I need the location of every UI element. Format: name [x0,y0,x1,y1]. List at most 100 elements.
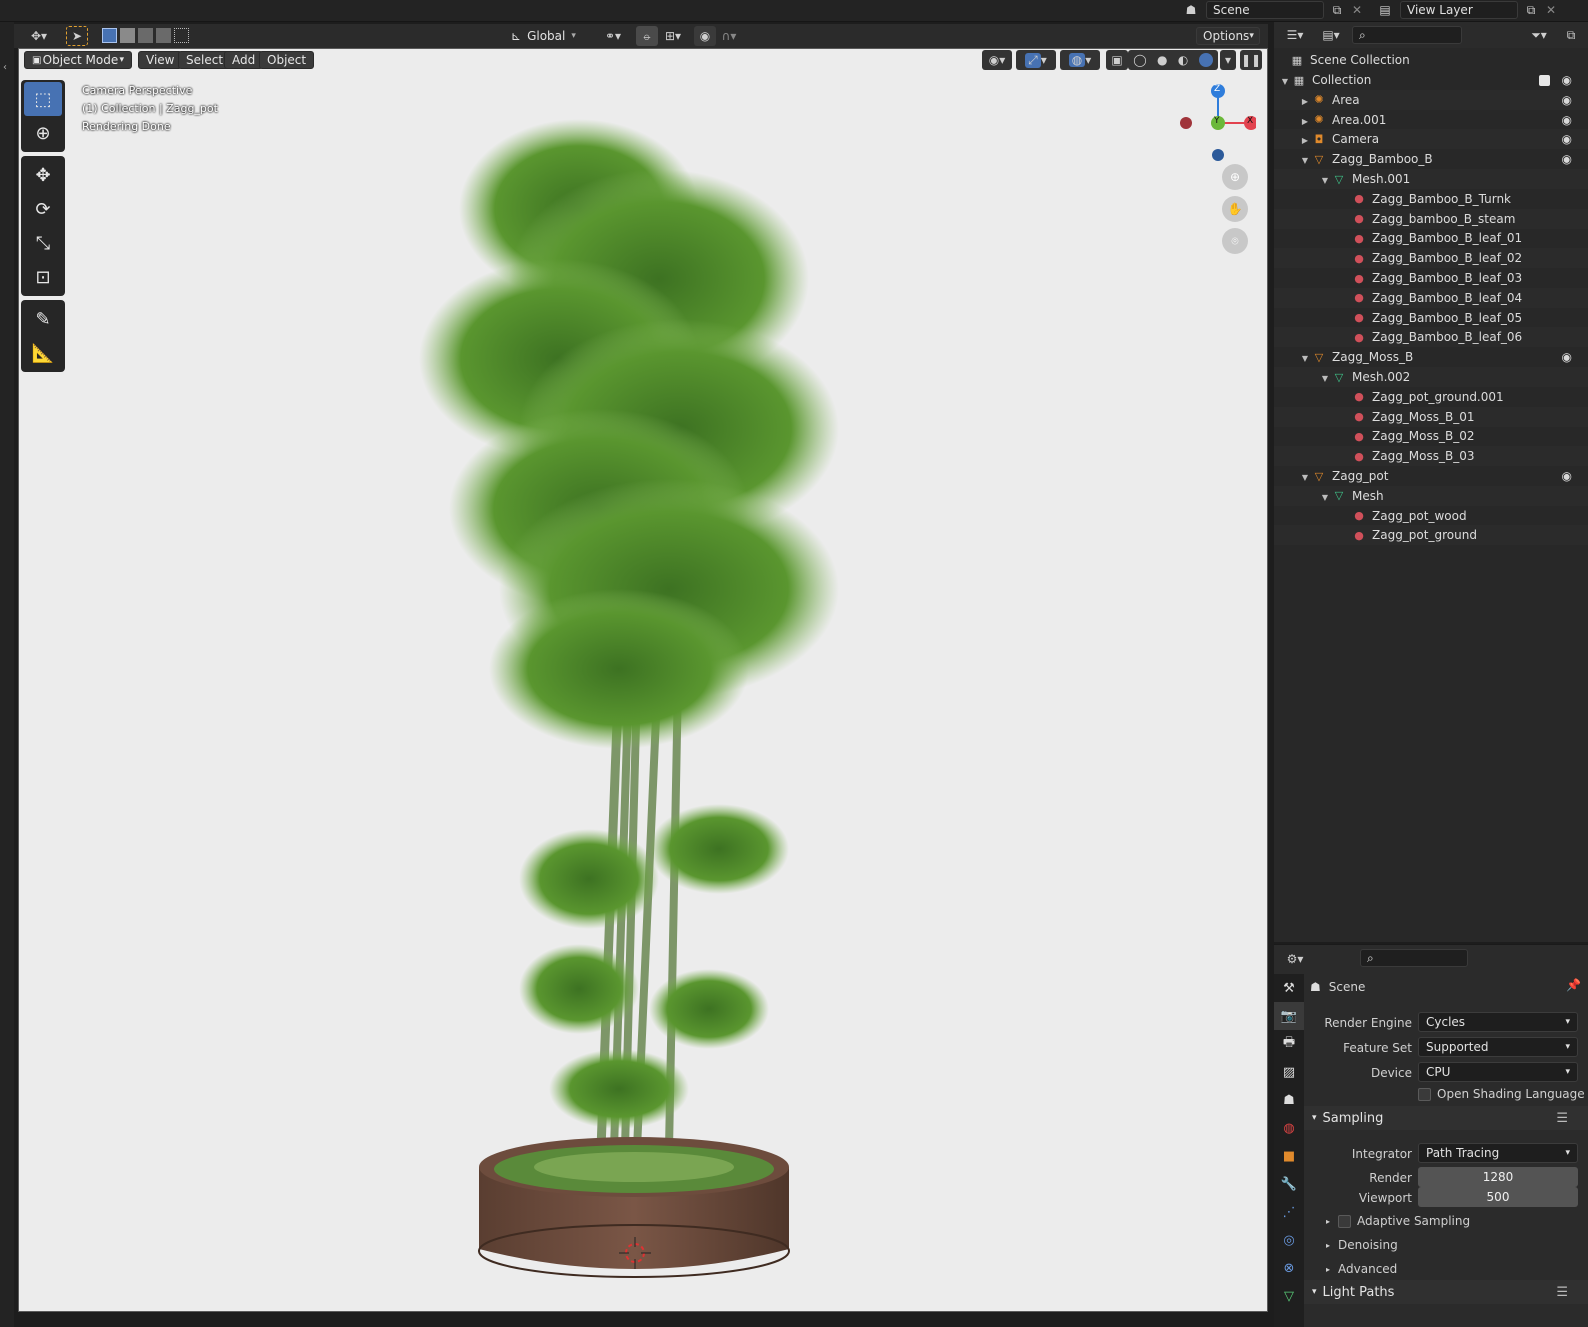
tool-tab-icon[interactable]: ⚒ [1274,974,1304,1002]
outliner-row[interactable]: ● Zagg_Bamboo_B_leaf_01 [1274,228,1588,248]
expand-arrow-icon[interactable]: ▶ [1302,97,1308,106]
view-layer-field[interactable]: View Layer [1400,1,1518,19]
integrator-dropdown[interactable]: Path Tracing ▾ [1418,1143,1578,1163]
collapse-arrow-icon[interactable]: ▼ [1322,493,1328,502]
render-samples-field[interactable]: 1280 [1418,1167,1578,1187]
outliner-row[interactable]: ● Zagg_Bamboo_B_Turnk [1274,189,1588,209]
properties-editor-type-icon[interactable]: ⚙▾ [1280,949,1310,969]
outliner-row[interactable]: ● Zagg_Moss_B_01 [1274,406,1588,427]
exclude-checkbox[interactable] [1539,74,1550,86]
scene-selector-icon[interactable]: ☗ [1180,0,1202,20]
adaptive-sampling-subpanel[interactable]: ▸ Adaptive Sampling [1326,1214,1470,1228]
eye-icon[interactable]: ◉ [1562,73,1572,87]
view-layer-tab-icon[interactable]: ▨ [1274,1058,1304,1086]
selection-mode-icons[interactable] [102,28,192,44]
measure-tool[interactable]: 📐 [24,336,62,370]
outliner-row[interactable]: ▶ ◘ Camera ◉ [1274,129,1588,150]
gizmo-toggle-icon[interactable]: ⤢ ▾ [1016,50,1056,70]
outliner-row[interactable]: ▼ ▽ Zagg_Bamboo_B ◉ [1274,149,1588,169]
expand-arrow-icon[interactable]: ▶ [1302,136,1308,145]
options-dropdown[interactable]: Options ▾ [1196,27,1260,45]
device-dropdown[interactable]: CPU ▾ [1418,1062,1578,1082]
annotate-tool[interactable]: ✎ [24,302,62,336]
collapse-arrow-icon[interactable]: ▼ [1302,354,1308,363]
visibility-icon[interactable]: ◉▾ [982,50,1012,70]
outliner-row[interactable]: ● Zagg_Bamboo_B_leaf_05 [1274,308,1588,328]
outliner-row[interactable]: ● Zagg_Bamboo_B_leaf_02 [1274,248,1588,269]
object-menu[interactable]: Object [259,51,315,69]
shading-mode-icons[interactable]: ◯ ● ◐ [1128,50,1218,70]
outliner-row[interactable]: ● Zagg_Moss_B_02 [1274,426,1588,446]
expand-arrow-icon[interactable]: ▶ [1302,117,1308,126]
world-tab-icon[interactable]: ◍ [1274,1114,1304,1142]
advanced-subpanel[interactable]: ▸ Advanced [1326,1262,1397,1276]
outliner-row[interactable]: ● Zagg_Moss_B_03 [1274,446,1588,467]
osl-checkbox[interactable]: Open Shading Language [1418,1087,1585,1101]
close-view-layer-icon[interactable]: ✕ [1540,0,1562,20]
scale-tool[interactable]: ⤡ [24,226,62,260]
modifier-tab-icon[interactable]: 🔧 [1274,1170,1304,1198]
snap-target-icon[interactable]: ⊞▾ [658,26,688,46]
outliner-row[interactable]: ▶ ✺ Area.001 ◉ [1274,110,1588,130]
view-layer-selector-icon[interactable]: ▤ [1374,0,1396,20]
outliner-search-input[interactable]: ⌕ [1352,26,1462,44]
properties-search-input[interactable]: ⌕ [1360,949,1468,967]
outliner-row[interactable]: ● Zagg_pot_ground.001 [1274,387,1588,407]
snap-icon[interactable]: ⦵ [636,26,658,46]
mesh-data-tab-icon[interactable]: ▽ [1274,1282,1304,1310]
render-engine-dropdown[interactable]: Cycles ▾ [1418,1012,1578,1032]
transform-tool[interactable]: ⊡ [24,260,62,294]
outliner-row[interactable]: ● Zagg_pot_wood [1274,506,1588,526]
outliner-row[interactable]: ▶ ✺ Area ◉ [1274,89,1588,110]
render-tab-icon[interactable]: 📷 [1274,1002,1304,1030]
eye-icon[interactable]: ◉ [1562,350,1572,364]
eye-icon[interactable]: ◉ [1562,93,1572,107]
collapse-arrow-icon[interactable]: ▼ [1322,176,1328,185]
physics-tab-icon[interactable]: ◎ [1274,1226,1304,1254]
eye-icon[interactable]: ◉ [1562,152,1572,166]
outliner-row[interactable]: ▼ ▦ Collection ◉ [1274,70,1588,90]
light-paths-panel-header[interactable]: ▾ Light Paths ☰ [1304,1280,1588,1304]
zoom-icon[interactable]: ⊕ [1222,164,1248,190]
outliner-row[interactable]: ● Zagg_Bamboo_B_leaf_04 [1274,287,1588,308]
new-collection-icon[interactable]: ⧉ [1560,25,1582,45]
falloff-icon[interactable]: ∩▾ [716,26,742,46]
pivot-point-icon[interactable]: ⚭▾ [598,26,628,46]
pause-render-icon[interactable]: ❚❚ [1240,50,1262,70]
filter-icon[interactable]: ⏷▾ [1524,25,1554,45]
outliner-row[interactable]: ● Zagg_pot_ground [1274,525,1588,546]
list-icon[interactable]: ☰ [1556,1111,1568,1126]
navigation-gizmo[interactable]: Z Y X [1166,80,1258,170]
outliner-row[interactable]: ▼ ▽ Zagg_pot ◉ [1274,466,1588,486]
eye-icon[interactable]: ◉ [1562,469,1572,483]
cursor-tool[interactable]: ⊕ [24,116,62,150]
editor-type-icon[interactable]: ✥▾ [24,26,54,46]
outliner-row[interactable]: ▼ ▽ Mesh [1274,485,1588,506]
outliner-root[interactable]: ▦ Scene Collection [1274,50,1588,70]
outliner-row[interactable]: ▼ ▽ Zagg_Moss_B ◉ [1274,347,1588,367]
rotate-tool[interactable]: ⟳ [24,192,62,226]
particles-tab-icon[interactable]: ⋰ [1274,1198,1304,1226]
outliner-editor-type-icon[interactable]: ☰▾ [1280,25,1310,45]
eye-icon[interactable]: ◉ [1562,113,1572,127]
outliner-row[interactable]: ● Zagg_bamboo_B_steam [1274,208,1588,229]
collapse-arrow-icon[interactable]: ▼ [1302,156,1308,165]
move-tool[interactable]: ✥ [24,158,62,192]
new-view-layer-icon[interactable]: ⧉ [1520,0,1542,20]
collapse-arrow-icon[interactable]: ▼ [1282,77,1288,86]
3d-viewport[interactable] [18,48,1268,1312]
view-menu[interactable]: View [138,51,183,69]
outliner-row[interactable]: ● Zagg_Bamboo_B_leaf_03 [1274,268,1588,288]
shading-options-icon[interactable]: ▾ [1220,50,1236,70]
collapse-arrow-icon[interactable]: ▼ [1302,473,1308,482]
collapse-arrow-icon[interactable]: ▼ [1322,374,1328,383]
proportional-edit-icon[interactable]: ◉ [694,26,716,46]
xray-icon[interactable]: ▣ [1106,50,1128,70]
outliner-row[interactable]: ● Zagg_Bamboo_B_leaf_06 [1274,327,1588,348]
list-icon[interactable]: ☰ [1556,1285,1568,1300]
scene-field[interactable]: Scene [1206,1,1324,19]
denoising-subpanel[interactable]: ▸ Denoising [1326,1238,1398,1252]
adaptive-check-box[interactable] [1338,1214,1352,1228]
output-tab-icon[interactable]: 🖶 [1274,1030,1304,1058]
expand-left-icon[interactable]: ‹ [3,62,7,73]
